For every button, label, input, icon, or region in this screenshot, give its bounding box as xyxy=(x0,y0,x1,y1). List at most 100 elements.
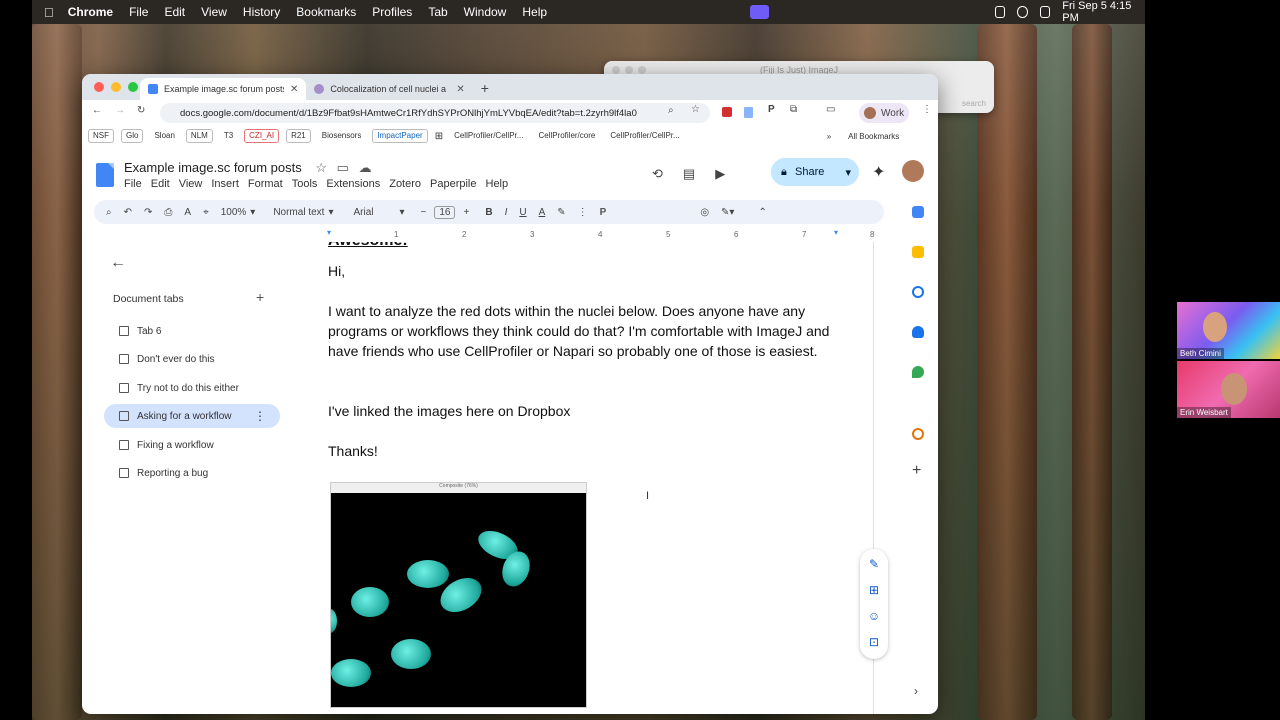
bold-icon[interactable]: B xyxy=(485,207,492,218)
search-menus-icon[interactable]: ⌕ xyxy=(106,207,112,218)
paint-format-icon[interactable]: ⌖ xyxy=(203,207,209,218)
doc-body-paragraph[interactable]: I want to analyze the red dots within th… xyxy=(328,301,838,361)
menu-file[interactable]: File xyxy=(124,178,142,190)
contacts-icon[interactable] xyxy=(912,326,924,338)
menu-zotero[interactable]: Zotero xyxy=(389,178,421,190)
get-addons-icon[interactable]: + xyxy=(912,462,921,480)
increase-font-icon[interactable]: + xyxy=(463,207,469,218)
bookmark-star-icon[interactable]: ☆ xyxy=(691,104,700,115)
video-tile[interactable]: Beth Cimini xyxy=(1177,302,1280,359)
add-comment-icon[interactable]: ⊞ xyxy=(869,583,879,597)
doc-tab-item[interactable]: Don't ever do this xyxy=(104,347,280,371)
bookmark-item[interactable]: Glo xyxy=(121,129,144,143)
tab-colocalization[interactable]: Colocalization of cell nuclei a ✕ xyxy=(306,78,472,100)
right-indent-marker-icon[interactable]: ▾ xyxy=(834,228,838,237)
doc-tab-item[interactable]: Tab 6 xyxy=(104,319,280,343)
meet-camera-icon[interactable]: ▶ xyxy=(715,166,725,182)
search-icon[interactable] xyxy=(1017,6,1028,18)
reload-icon[interactable]: ↻ xyxy=(137,105,145,116)
version-history-icon[interactable]: ⟲ xyxy=(652,166,663,182)
bookmark-item[interactable]: CellProfiler/core xyxy=(534,130,599,142)
underline-icon[interactable]: U xyxy=(519,207,526,218)
menu-extensions[interactable]: Extensions xyxy=(326,178,380,190)
screen-share-icon[interactable] xyxy=(750,5,769,19)
menubar-file[interactable]: File xyxy=(129,5,148,19)
paperpile-icon[interactable]: P xyxy=(768,104,775,115)
italic-icon[interactable]: I xyxy=(505,207,508,218)
cloud-status-icon[interactable]: ☁ xyxy=(359,160,372,175)
doc-thanks[interactable]: Thanks! xyxy=(328,441,838,461)
menubar-profiles[interactable]: Profiles xyxy=(372,5,412,19)
close-tab-icon[interactable]: ✕ xyxy=(290,84,298,95)
indent-marker-icon[interactable]: ▾ xyxy=(327,228,331,237)
close-window-icon[interactable] xyxy=(94,82,104,92)
font-size-input[interactable]: 16 xyxy=(434,205,456,219)
magic-edit-icon[interactable]: ✎ xyxy=(869,557,879,571)
menu-help[interactable]: Help xyxy=(486,178,509,190)
maps-icon[interactable] xyxy=(912,366,924,378)
nuclei-image[interactable]: Composite (76%) xyxy=(330,482,587,708)
sidepanel-icon[interactable]: ▭ xyxy=(826,104,835,115)
extension-docs-icon[interactable] xyxy=(744,107,753,118)
spellcheck-icon[interactable]: A xyxy=(184,207,191,218)
apps-grid-icon[interactable]: ⊞ xyxy=(435,131,443,142)
menubar-window[interactable]: Window xyxy=(464,5,507,19)
document-page[interactable]: Awesome! Hi, I want to analyze the red d… xyxy=(294,242,874,714)
menubar-help[interactable]: Help xyxy=(522,5,547,19)
tab-options-icon[interactable]: ⋮ xyxy=(254,409,266,423)
calendar-icon[interactable] xyxy=(912,206,924,218)
redo-icon[interactable]: ↷ xyxy=(144,207,152,218)
all-bookmarks[interactable]: All Bookmarks xyxy=(848,132,899,141)
doc-heading[interactable]: Awesome! xyxy=(328,242,408,250)
star-icon[interactable]: ☆ xyxy=(315,160,327,175)
address-bar[interactable]: docs.google.com/document/d/1Bz9Ffbat9sHA… xyxy=(160,103,710,123)
forward-icon[interactable]: → xyxy=(115,105,125,116)
extension-icon[interactable] xyxy=(722,107,732,117)
emoji-icon[interactable]: ☺ xyxy=(868,609,880,623)
gemini-icon[interactable]: ✦ xyxy=(872,162,885,182)
menu-edit[interactable]: Edit xyxy=(151,178,170,190)
close-tab-icon[interactable]: ✕ xyxy=(456,84,464,95)
bookmark-item[interactable]: CellProfiler/CellPr... xyxy=(606,130,683,142)
menu-tools[interactable]: Tools xyxy=(292,178,318,190)
bookmark-item[interactable]: CellProfiler/CellPr... xyxy=(450,130,527,142)
doc-tab-item[interactable]: Fixing a workflow xyxy=(104,433,280,457)
menubar-view[interactable]: View xyxy=(201,5,227,19)
comments-icon[interactable]: ▤ xyxy=(683,166,695,182)
back-icon[interactable]: ← xyxy=(92,105,102,116)
paperpile-cite-icon[interactable]: P xyxy=(600,207,607,218)
doc-greeting[interactable]: Hi, xyxy=(328,261,838,281)
menubar-history[interactable]: History xyxy=(243,5,280,19)
print-icon[interactable]: ⎙ xyxy=(164,207,172,218)
video-tile[interactable]: Erin Weisbart xyxy=(1177,361,1280,418)
bookmark-item[interactable]: ImpactPaper xyxy=(372,129,428,143)
tab-docs[interactable]: Example image.sc forum posts ✕ xyxy=(140,78,307,100)
menubar-bookmarks[interactable]: Bookmarks xyxy=(296,5,356,19)
menubar-tab[interactable]: Tab xyxy=(428,5,447,19)
docs-logo-icon[interactable] xyxy=(96,163,114,187)
collapse-toolbar-icon[interactable]: ⌃ xyxy=(758,207,766,218)
menu-insert[interactable]: Insert xyxy=(211,178,239,190)
fiji-search-label[interactable]: search xyxy=(962,99,986,108)
bookmark-item[interactable]: Biosensors xyxy=(318,130,366,142)
text-color-icon[interactable]: A xyxy=(539,207,546,218)
doc-tab-item[interactable]: Reporting a bug xyxy=(104,461,280,485)
addon-icon[interactable] xyxy=(912,428,924,440)
add-tab-icon[interactable]: + xyxy=(256,289,264,305)
doc-tab-item-selected[interactable]: Asking for a workflow ⋮ xyxy=(104,404,280,428)
minimize-window-icon[interactable] xyxy=(111,82,121,92)
tasks-icon[interactable] xyxy=(912,286,924,298)
bookmark-item[interactable]: R21 xyxy=(286,129,311,143)
expand-panel-icon[interactable]: › xyxy=(914,684,918,698)
apple-icon[interactable]:  xyxy=(44,5,54,20)
zoom-window-icon[interactable] xyxy=(128,82,138,92)
bookmark-item[interactable]: NSF xyxy=(88,129,114,143)
zoom-select[interactable]: 100% xyxy=(221,207,247,218)
menu-paperpile[interactable]: Paperpile xyxy=(430,178,476,190)
chrome-menu-icon[interactable]: ⋮ xyxy=(922,104,932,115)
back-arrow-icon[interactable]: ← xyxy=(110,254,126,272)
bookmark-item[interactable]: CZI_AI xyxy=(244,129,280,143)
bookmark-item[interactable]: Sloan xyxy=(150,130,178,142)
suggest-edits-icon[interactable]: ⊡ xyxy=(869,635,879,649)
doc-tab-item[interactable]: Try not to do this either xyxy=(104,376,280,400)
